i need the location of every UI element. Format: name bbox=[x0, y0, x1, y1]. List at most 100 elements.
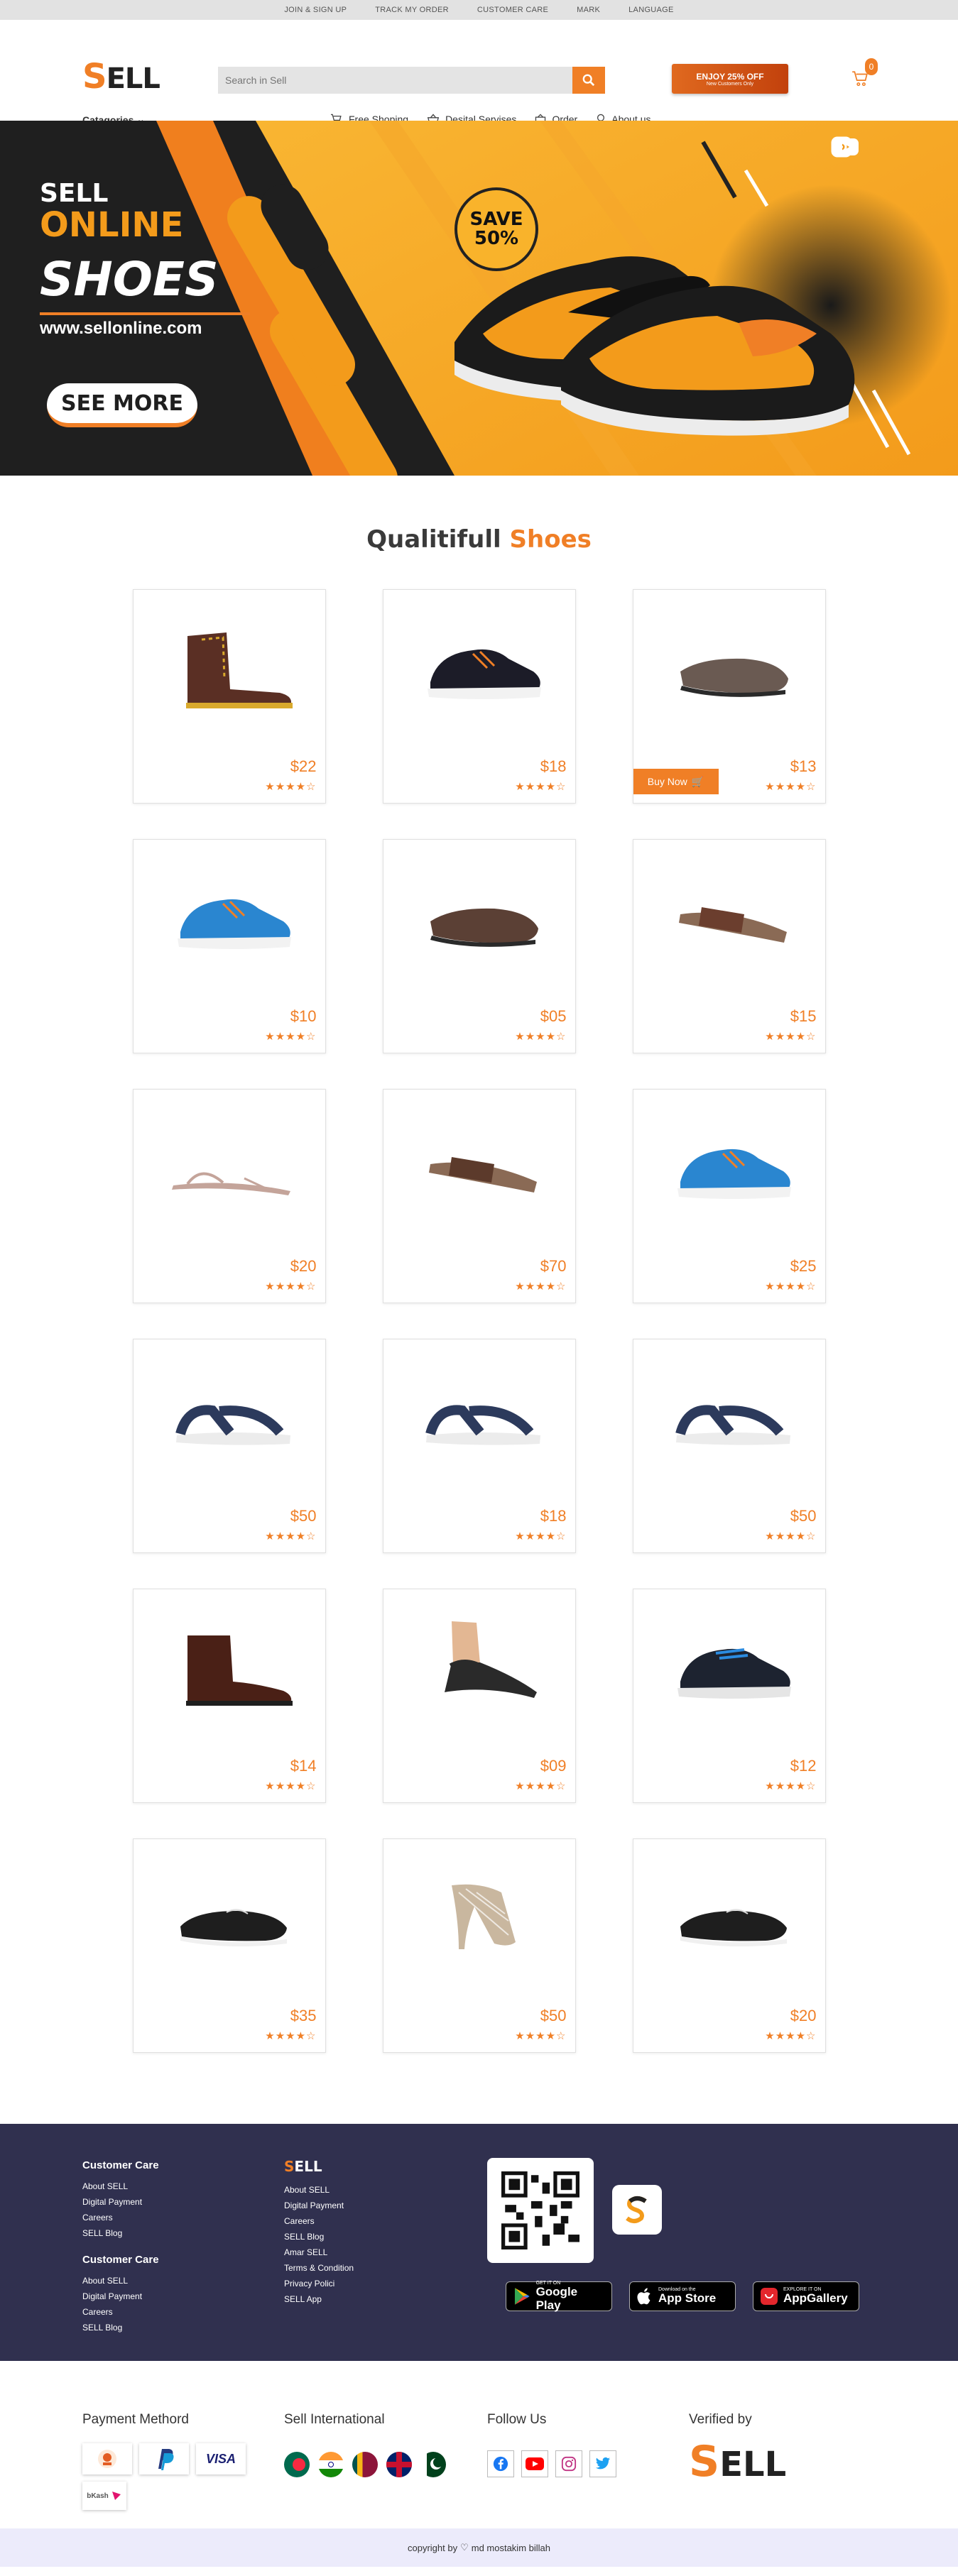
product-card[interactable]: $20 ★★★★☆ bbox=[132, 1089, 326, 1303]
product-card[interactable]: $22 ★★★★☆ bbox=[132, 589, 326, 804]
footer-link[interactable]: Amar SELL bbox=[284, 2245, 354, 2260]
product-card[interactable]: $50 ★★★★☆ bbox=[132, 1339, 326, 1553]
footer-customer-care: Customer Care About SELL Digital Payment… bbox=[82, 2159, 159, 2335]
product-price: $20 bbox=[290, 1257, 317, 1275]
bangladesh-flag-icon[interactable] bbox=[284, 2452, 310, 2477]
product-card[interactable]: $20 ★★★★☆ bbox=[632, 1838, 826, 2053]
heart-icon: ♡ bbox=[460, 2542, 469, 2553]
footer-link[interactable]: Privacy Polici bbox=[284, 2276, 354, 2291]
product-image[interactable] bbox=[145, 848, 315, 983]
cart-button[interactable]: 0 bbox=[851, 58, 878, 92]
join-signup-link[interactable]: JOIN & SIGN UP bbox=[284, 6, 347, 14]
mark-link[interactable]: MARK bbox=[577, 6, 600, 14]
footer-link[interactable]: SELL Blog bbox=[82, 2320, 159, 2335]
product-image[interactable] bbox=[145, 1598, 315, 1733]
footer-link[interactable]: Careers bbox=[82, 2304, 159, 2320]
product-card[interactable]: $13 ★★★★☆ Buy Now 🛒 bbox=[632, 589, 826, 804]
footer-link[interactable]: SELL App bbox=[284, 2291, 354, 2307]
youtube-icon[interactable] bbox=[521, 2450, 548, 2477]
india-flag-icon[interactable] bbox=[318, 2452, 344, 2477]
product-image[interactable] bbox=[395, 1348, 565, 1483]
buy-now-button[interactable]: Buy Now 🛒 bbox=[633, 769, 719, 794]
see-more-button[interactable]: SEE MORE bbox=[47, 383, 197, 427]
search-icon bbox=[582, 74, 595, 87]
hero-online-text: ONLINE bbox=[40, 205, 184, 245]
product-image[interactable] bbox=[145, 1848, 315, 1983]
apple-icon bbox=[637, 2288, 651, 2305]
product-image[interactable] bbox=[645, 1098, 815, 1233]
footer-link[interactable]: Careers bbox=[82, 2210, 159, 2225]
instagram-icon[interactable] bbox=[555, 2450, 582, 2477]
product-image[interactable] bbox=[645, 1348, 815, 1483]
product-image[interactable] bbox=[145, 1098, 315, 1233]
product-image[interactable] bbox=[395, 1098, 565, 1233]
rating-stars: ★★★★☆ bbox=[765, 2030, 817, 2042]
product-card[interactable]: $50 ★★★★☆ bbox=[382, 1838, 576, 2053]
footer-link[interactable]: About SELL bbox=[82, 2178, 159, 2194]
rating-stars: ★★★★☆ bbox=[515, 1281, 567, 1293]
cod-payment-icon bbox=[82, 2443, 132, 2474]
app-store-button[interactable]: Download on the App Store bbox=[629, 2281, 736, 2311]
copyright-bar: copyright by ♡ md mostakim billah bbox=[0, 2528, 958, 2567]
product-image[interactable] bbox=[395, 848, 565, 983]
product-card[interactable]: $50 ★★★★☆ bbox=[632, 1339, 826, 1553]
product-card[interactable]: $18 ★★★★☆ bbox=[382, 1339, 576, 1553]
product-card[interactable]: $14 ★★★★☆ bbox=[132, 1589, 326, 1803]
product-image[interactable] bbox=[645, 598, 815, 733]
footer-link[interactable]: SELL Blog bbox=[284, 2229, 354, 2245]
footer-link[interactable]: Careers bbox=[284, 2213, 354, 2229]
footer-link[interactable]: Digital Payment bbox=[284, 2198, 354, 2213]
product-card[interactable]: $09 ★★★★☆ bbox=[382, 1589, 576, 1803]
product-image[interactable] bbox=[145, 1348, 315, 1483]
product-image[interactable] bbox=[645, 1598, 815, 1733]
facebook-icon[interactable] bbox=[831, 136, 852, 158]
product-image[interactable] bbox=[395, 1848, 565, 1983]
footer-sell-links: SELL About SELL Digital Payment Careers … bbox=[284, 2158, 354, 2307]
product-card[interactable]: $12 ★★★★☆ bbox=[632, 1589, 826, 1803]
rating-stars: ★★★★☆ bbox=[515, 781, 567, 793]
product-card[interactable]: $70 ★★★★☆ bbox=[382, 1089, 576, 1303]
site-logo[interactable]: SELL bbox=[82, 60, 160, 94]
product-card[interactable]: $25 ★★★★☆ bbox=[632, 1089, 826, 1303]
rating-stars: ★★★★☆ bbox=[265, 1031, 317, 1043]
product-image[interactable] bbox=[645, 1848, 815, 1983]
google-play-button[interactable]: GET IT ON Google Play bbox=[506, 2281, 612, 2311]
uk-flag-icon[interactable] bbox=[386, 2452, 412, 2477]
footer-link[interactable]: Digital Payment bbox=[82, 2194, 159, 2210]
track-order-link[interactable]: TRACK MY ORDER bbox=[375, 6, 449, 14]
search-input[interactable] bbox=[218, 67, 572, 94]
product-image[interactable] bbox=[145, 598, 315, 733]
customer-care-link[interactable]: CUSTOMER CARE bbox=[477, 6, 548, 14]
product-card[interactable]: $18 ★★★★☆ bbox=[382, 589, 576, 804]
sell-app-logo[interactable] bbox=[612, 2185, 662, 2235]
product-image[interactable] bbox=[645, 848, 815, 983]
product-card[interactable]: $35 ★★★★☆ bbox=[132, 1838, 326, 2053]
product-price: $70 bbox=[540, 1257, 567, 1275]
product-image[interactable] bbox=[395, 1598, 565, 1733]
search-button[interactable] bbox=[572, 67, 605, 94]
product-image[interactable] bbox=[395, 598, 565, 733]
app-gallery-button[interactable]: EXPLORE IT ON AppGallery bbox=[753, 2281, 859, 2311]
footer-link[interactable]: SELL Blog bbox=[82, 2225, 159, 2241]
save-badge: SAVE 50% bbox=[454, 187, 538, 271]
footer-link[interactable]: About SELL bbox=[82, 2273, 159, 2289]
footer-link[interactable]: About SELL bbox=[284, 2182, 354, 2198]
slide-icon bbox=[409, 1114, 551, 1217]
product-card[interactable]: $10 ★★★★☆ bbox=[132, 839, 326, 1053]
facebook-icon[interactable] bbox=[487, 2450, 514, 2477]
sri-lanka-flag-icon[interactable] bbox=[352, 2452, 378, 2477]
language-link[interactable]: LANGUAGE bbox=[628, 6, 674, 14]
pakistan-flag-icon[interactable] bbox=[420, 2452, 446, 2477]
sell-international: Sell International bbox=[284, 2412, 446, 2477]
sandal-icon bbox=[409, 1614, 551, 1717]
rating-stars: ★★★★☆ bbox=[765, 1031, 817, 1043]
product-card[interactable]: $15 ★★★★☆ bbox=[632, 839, 826, 1053]
promo-banner[interactable]: ENJOY 25% OFF New Customers Only bbox=[672, 64, 788, 94]
verified-sell-logo: SELL bbox=[689, 2437, 787, 2487]
twitter-icon[interactable] bbox=[589, 2450, 616, 2477]
footer-link[interactable]: Digital Payment bbox=[82, 2289, 159, 2304]
product-card[interactable]: $05 ★★★★☆ bbox=[382, 839, 576, 1053]
rating-stars: ★★★★☆ bbox=[265, 1281, 317, 1293]
footer-link[interactable]: Terms & Condition bbox=[284, 2260, 354, 2276]
product-price: $35 bbox=[290, 2007, 317, 2024]
